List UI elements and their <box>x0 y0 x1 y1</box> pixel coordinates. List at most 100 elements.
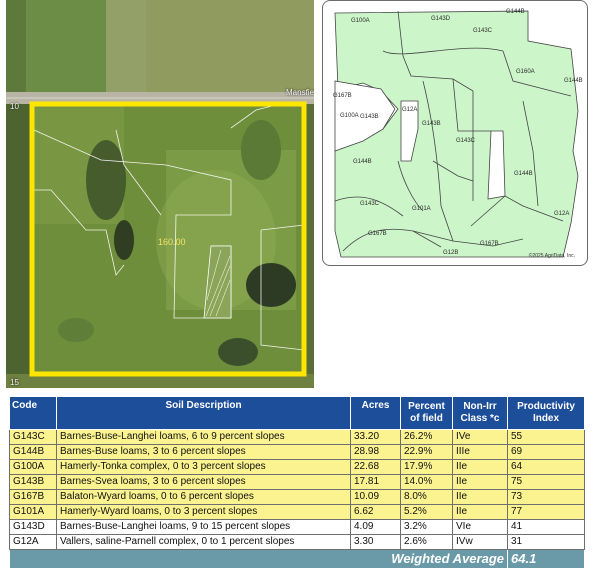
header-class-line2: Class *c <box>460 413 500 424</box>
cell-productivity: 55 <box>507 429 585 445</box>
soil-map: G100A G143D G144B G143C G160A G144B G167… <box>322 0 588 266</box>
header-class-line1: Non-Irr <box>463 401 497 412</box>
cell-acres: 4.09 <box>350 519 401 535</box>
cell-class: IVe <box>452 429 508 445</box>
cell-code: G144B <box>9 444 57 460</box>
cell-code: G167B <box>9 489 57 505</box>
soil-label: G12B <box>443 250 459 256</box>
soil-label: G100A <box>351 18 370 24</box>
cell-acres: 28.98 <box>350 444 401 460</box>
cell-description: Vallers, saline-Parnell complex, 0 to 1 … <box>56 534 351 550</box>
cell-productivity: 41 <box>507 519 585 535</box>
cell-acres: 10.09 <box>350 489 401 505</box>
soil-label: G144B <box>353 159 372 165</box>
cell-description: Balaton-Wyard loams, 0 to 6 percent slop… <box>56 489 351 505</box>
header-code: Code <box>9 396 57 430</box>
cell-acres: 22.68 <box>350 459 401 475</box>
soil-label: G160A <box>516 69 535 75</box>
soil-label: G143B <box>422 121 441 127</box>
soil-label: G167B <box>333 93 352 99</box>
cell-class: VIe <box>452 519 508 535</box>
table-row: G143C Barnes-Buse-Langhei loams, 6 to 9 p… <box>9 429 585 445</box>
soil-label: G12A <box>554 211 570 217</box>
field-acres-label: 160.00 <box>158 237 186 247</box>
cell-description: Barnes-Buse-Langhei loams, 6 to 9 percen… <box>56 429 351 445</box>
soil-label: G167B <box>368 231 387 237</box>
road-name-label: Mansfield <box>286 88 314 97</box>
section-number-top: 10 <box>10 102 19 111</box>
cell-percent: 14.0% <box>400 474 453 490</box>
header-percent: Percent of field <box>400 396 453 430</box>
cell-percent: 17.9% <box>400 459 453 475</box>
cell-acres: 6.62 <box>350 504 401 520</box>
cell-description: Barnes-Buse-Langhei loams, 9 to 15 perce… <box>56 519 351 535</box>
table-header-row: Code Soil Description Acres Percent of fi… <box>9 396 585 430</box>
soil-label: G101A <box>412 206 431 212</box>
header-description: Soil Description <box>56 396 351 430</box>
soil-label: G143B <box>360 114 379 120</box>
cell-code: G101A <box>9 504 57 520</box>
soil-label: G167B <box>480 241 499 247</box>
soil-label: G144B <box>564 78 583 84</box>
cell-productivity: 64 <box>507 459 585 475</box>
cell-productivity: 69 <box>507 444 585 460</box>
soil-map-drawing <box>334 10 579 258</box>
cell-description: Barnes-Svea loams, 3 to 6 percent slopes <box>56 474 351 490</box>
cell-class: IIIe <box>452 444 508 460</box>
cell-class: IIe <box>452 504 508 520</box>
header-productivity: Productivity Index <box>507 396 585 430</box>
cell-class: IIe <box>452 459 508 475</box>
table-row: G12A Vallers, saline-Parnell complex, 0 t… <box>9 534 585 550</box>
cell-description: Barnes-Buse loams, 3 to 6 percent slopes <box>56 444 351 460</box>
cell-acres: 17.81 <box>350 474 401 490</box>
soil-label: G143D <box>431 16 451 22</box>
header-productivity-line1: Productivity <box>517 401 575 412</box>
header-productivity-line2: Index <box>532 413 560 424</box>
header-percent-line2: of field <box>410 413 443 424</box>
cell-code: G100A <box>9 459 57 475</box>
cell-code: G143B <box>9 474 57 490</box>
cell-percent: 22.9% <box>400 444 453 460</box>
cell-productivity: 73 <box>507 489 585 505</box>
weighted-average-label: Weighted Average <box>9 549 508 569</box>
table-row: G143D Barnes-Buse-Langhei loams, 9 to 15 … <box>9 519 585 535</box>
cell-productivity: 31 <box>507 534 585 550</box>
table-row: G143B Barnes-Svea loams, 3 to 6 percent s… <box>9 474 585 490</box>
table-row: G167B Balaton-Wyard loams, 0 to 6 percent… <box>9 489 585 505</box>
section-number-bottom: 15 <box>10 378 19 387</box>
weighted-average-row: Weighted Average 64.1 <box>9 549 585 569</box>
cell-code: G12A <box>9 534 57 550</box>
cell-acres: 33.20 <box>350 429 401 445</box>
soil-label: G144B <box>514 171 533 177</box>
cell-productivity: 75 <box>507 474 585 490</box>
cell-percent: 26.2% <box>400 429 453 445</box>
cell-description: Hamerly-Wyard loams, 0 to 3 percent slop… <box>56 504 351 520</box>
soil-label: G12A <box>402 107 418 113</box>
cell-productivity: 77 <box>507 504 585 520</box>
map-copyright: ©2025 AgriData, Inc. <box>528 253 575 259</box>
cell-description: Hamerly-Tonka complex, 0 to 3 percent sl… <box>56 459 351 475</box>
cell-class: IIe <box>452 489 508 505</box>
aerial-photo: Mansfield 10 15 160.00 <box>6 0 314 388</box>
table-row: G101A Hamerly-Wyard loams, 0 to 3 percent… <box>9 504 585 520</box>
table-row: G100A Hamerly-Tonka complex, 0 to 3 perce… <box>9 459 585 475</box>
cell-percent: 8.0% <box>400 489 453 505</box>
soil-label: G143C <box>473 28 493 34</box>
cell-percent: 2.6% <box>400 534 453 550</box>
cell-percent: 3.2% <box>400 519 453 535</box>
header-acres: Acres <box>350 396 401 430</box>
table-row: G144B Barnes-Buse loams, 3 to 6 percent s… <box>9 444 585 460</box>
soil-label: G100A <box>340 113 359 119</box>
soil-label: G143C <box>360 201 380 207</box>
cell-class: IIe <box>452 474 508 490</box>
cell-class: IVw <box>452 534 508 550</box>
soil-label: G144B <box>506 9 525 15</box>
cell-code: G143C <box>9 429 57 445</box>
table-body: G143C Barnes-Buse-Langhei loams, 6 to 9 p… <box>9 429 585 550</box>
cell-percent: 5.2% <box>400 504 453 520</box>
aerial-image <box>6 0 314 388</box>
soil-table: Code Soil Description Acres Percent of fi… <box>9 396 585 569</box>
weighted-average-value: 64.1 <box>507 549 585 569</box>
cell-acres: 3.30 <box>350 534 401 550</box>
header-class: Non-Irr Class *c <box>452 396 508 430</box>
